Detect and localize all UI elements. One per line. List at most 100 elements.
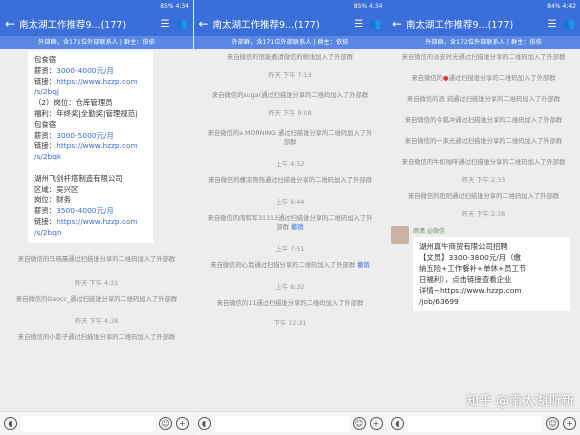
group-notice: 外部群，含172位外部联系人 | 群主：依依 [387,36,580,49]
job-post-bubble: 包食宿 薪资：3000-4000元/月 链接：https://www.hzzp.co… [28,51,153,243]
bubble-line: 详情~https://www.hzzp.com [419,286,522,295]
bubble-line: （2）岗位：仓库管理员 [34,98,113,108]
status-battery-time: 84% 4:42 [547,2,576,10]
system-message: 来自微信的一束光通过扫描谁分享的二维码加入了外部群 [404,138,563,145]
timestamp: 下午 12:31 [273,320,307,327]
system-message: 来自微信的今狐冲通过扫描谁分享的二维码加入了外部群 [404,117,563,124]
bubble-line: 日福利），点击链接查看企业 [419,275,512,284]
input-bar: ◖ ☺ + [193,411,387,435]
system-message: 来自微信的sugar通过扫描谁分享的二维码加入了外部群 [211,92,369,99]
bubble-line: 薪资：3000-4000元/月 [34,65,114,75]
bubble-line: 薪资：3000-5000元/月 [34,130,114,140]
plus-icon[interactable]: + [176,417,189,430]
bubble-line[interactable]: 链接：https://www.hzzp.com [34,141,147,152]
voice-icon[interactable]: ◖ [197,417,211,430]
bubble-line [34,163,147,174]
group-notice: 外部群，含171位外部联系人 | 群主：依依 [193,36,387,49]
timestamp: 昨天 下午 2:38 [461,211,506,218]
message-column: 雨潇 @微信 湖州真牛商贸有限公司招聘 【文员】3300-3800元/月（缴 纳五险… [413,226,570,311]
chat-header: ← 南太湖工作推荐9...(177) ☰ 👥 [387,12,580,36]
bubble-line[interactable]: 链接：https://www.hzzp.com [34,217,147,228]
revoke-link[interactable]: 撤销 [291,224,304,231]
bubble-line: 包食宿 [34,119,57,129]
message-list: 来自微信的馆能邀请微信的桐浅加入了外部群 昨天 下午 7:13 来自微信的sug… [194,49,387,411]
message-input[interactable] [408,415,542,432]
bubble-line: 岗位：财务 [34,195,71,205]
voice-icon[interactable]: ◖ [391,417,404,430]
bubble-line: 纳五险+工作餐补+单休+员工节 [419,264,527,273]
emoji-icon[interactable]: ☺ [352,417,366,430]
system-message: 来自微信的●通过扫描谁分享的二维码加入了外部群 [401,74,566,83]
emoji-icon[interactable]: ☺ [159,417,172,430]
group-members-icon[interactable]: 👥 [563,19,575,30]
message-list: 来自微信的淡安时光通过扫描谁分享的二维码加入了外部群 来自微信的●通过扫描谁分享… [387,49,580,411]
system-message: 来自微信的牛奶咖啡通过扫描谁分享的二维码加入了外部群 [401,159,566,166]
system-message-text: 来自微信的闹和军31313通过扫描谁分享的二维码加入了外部群 [207,215,373,231]
menu-icon[interactable]: ☰ [354,19,363,30]
input-bar: ◖ ☺ + [387,411,580,435]
timestamp: 昨天 下午 7:13 [268,72,312,79]
status-battery-time: 85% 4:34 [353,2,383,10]
system-message: 来自微信的心翡通过扫描分享的二维码加入了外部群 撤销 [208,261,373,270]
timestamp: 昨天 下午 9:08 [268,110,312,117]
bubble-line: 薪资：3500-4000元/月 [34,206,114,216]
system-message: 来自微信的淡安时光通过扫描谁分享的二维码加入了外部群 [401,54,566,61]
recruitment-bubble: 湖州真牛商贸有限公司招聘 【文员】3300-3800元/月（缴 纳五险+工作餐补+单… [413,237,570,311]
input-bar: ◖ ☺ + [0,411,193,435]
timestamp: 上午 8:32 [275,284,305,291]
chat-header: ← 南太湖工作推荐9...(177) ☰ 👥 [0,12,193,36]
plus-icon[interactable]: + [369,417,383,430]
timestamp: 上午 6:44 [275,199,305,206]
bubble-line: 湖州飞剑杆塔制造有限公司 [34,173,123,183]
chat-panel-1: 85% 4:34 ← 南太湖工作推荐9...(177) ☰ 👥 外部群，含171… [0,0,193,435]
chat-header: ← 南太湖工作推荐9...(177) ☰ 👥 [193,12,387,36]
system-message: 来自微信的11通过扫描谁分享的二维码加入了外部群 [216,300,364,307]
back-arrow-icon[interactable]: ← [5,17,19,31]
avatar[interactable] [391,226,409,244]
timestamp: 上午 7:51 [275,246,305,253]
message-input[interactable] [21,415,155,432]
bubble-line[interactable]: 链接：https://www.hzzp.com [34,77,147,88]
back-arrow-icon[interactable]: ← [392,17,406,31]
bubble-line[interactable]: /s/2bqn [34,228,147,239]
group-members-icon[interactable]: 👥 [176,19,188,30]
system-message: 来自微信的闹和军31313通过扫描谁分享的二维码加入了外部群 撤销 [208,214,373,232]
status-bar: 85% 4:34 [0,0,193,12]
group-title: 南太湖工作推荐9...(177) [212,20,320,31]
back-arrow-icon[interactable]: ← [199,17,213,31]
message-row: 雨潇 @微信 湖州真牛商贸有限公司招聘 【文员】3300-3800元/月（缴 纳五险… [391,226,570,311]
system-message: 来自微信的Gaocc_通过扫描谁分享的二维码加入了外部群 [15,295,178,303]
revoke-link[interactable]: 撤销 [357,262,370,269]
timestamp: 上午 4:52 [275,161,305,168]
plus-icon[interactable]: + [563,417,576,430]
system-message-text: 通过扫描谁分享的二维码加入了外部群 [448,75,556,82]
system-message-text: 来自微信的心翡通过扫描分享的二维码加入了外部群 [210,262,358,269]
message-list: 包食宿 薪资：3000-4000元/月 链接：https://www.hzzp.co… [0,49,193,411]
menu-icon[interactable]: ☰ [548,19,557,30]
timestamp: 昨天 下午 2:33 [461,177,506,184]
group-title: 南太湖工作推荐9...(177) [406,20,514,31]
bubble-line: 包食宿 [34,55,57,64]
status-battery-time: 85% 4:34 [160,2,189,10]
voice-icon[interactable]: ◖ [4,417,17,430]
timestamp: 昨天 下午 4:31 [74,279,119,287]
system-message: 来自微信的马晓晨通过扫描谁分享的二维码加入了外部群 [17,255,176,263]
bubble-line: 【文员】3300-3800元/月（缴 [419,253,521,262]
sender-name: 雨潇 @微信 [413,228,445,235]
group-title: 南太湖工作推荐9...(177) [19,20,127,31]
menu-icon[interactable]: ☰ [161,19,170,30]
bubble-line[interactable]: /s/2bqj [34,87,147,98]
status-bar: 84% 4:42 [387,0,580,12]
bubble-line[interactable]: /job/63699 [419,296,564,307]
timestamp: 昨天 下午 4:38 [74,317,119,325]
watermark: 知乎 @南太湖斯新 [465,394,574,409]
system-message: 来自微信的浪 涧通过扫描谁分享的二维码加入了外部群 [406,96,561,103]
system-message: 来自微信的小影子通过扫描谁分享的二维码加入了外部群 [17,333,176,341]
system-message-text: 来自微信的 [411,75,443,82]
emoji-icon[interactable]: ☺ [546,417,559,430]
group-members-icon[interactable]: 👥 [369,19,381,30]
message-input[interactable] [214,415,349,432]
bubble-line[interactable]: /s/2bqk [34,152,147,163]
chat-panel-2: 85% 4:34 ← 南太湖工作推荐9...(177) ☰ 👥 外部群，含171… [193,0,387,435]
bubble-line: 区域：吴兴区 [34,184,79,194]
